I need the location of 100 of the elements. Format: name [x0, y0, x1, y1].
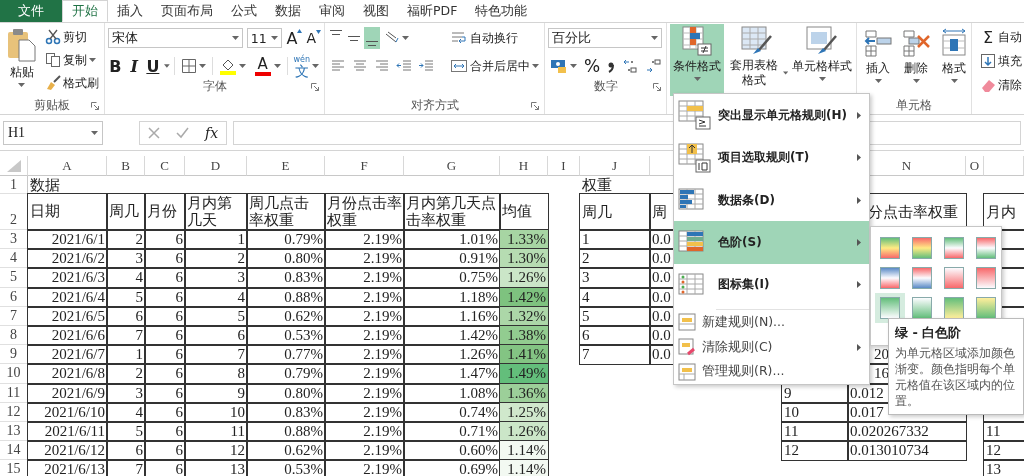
- ribbon-tab[interactable]: 视图: [354, 0, 398, 22]
- table-cell: 6: [145, 364, 185, 384]
- ribbon-tab[interactable]: 审阅: [310, 0, 354, 22]
- table-cell: 2.19%: [325, 345, 404, 365]
- ribbon-tab[interactable]: 福昕PDF: [398, 0, 467, 22]
- table-cell: 2021/6/8: [28, 364, 107, 384]
- font-size-field[interactable]: 11: [246, 28, 283, 48]
- table-cell: 0.74%: [404, 402, 500, 422]
- menu-item[interactable]: 新建规则(N)...: [674, 310, 869, 335]
- gradient-swatch-icon: [880, 297, 900, 319]
- row-number: 15: [0, 460, 28, 476]
- table-cell: 0.53%: [247, 325, 325, 346]
- dialog-launcher-icon[interactable]: [91, 102, 99, 110]
- underline-button[interactable]: U: [145, 56, 161, 76]
- table-cell: 2: [580, 249, 650, 269]
- table-cell: 2021/6/3: [28, 268, 107, 288]
- header-cell: 月份: [145, 194, 185, 230]
- caret-icon: [693, 77, 701, 81]
- cancel-icon[interactable]: [148, 126, 160, 139]
- insert-function-button[interactable]: fx: [205, 124, 219, 141]
- format-painter-button[interactable]: 格式刷: [43, 72, 101, 94]
- table-cell: 11: [185, 421, 247, 442]
- table-cell: 1.08%: [404, 383, 500, 403]
- ribbon-tab[interactable]: 页面布局: [152, 0, 222, 22]
- table-cell: 6: [145, 402, 185, 422]
- ribbon-tab[interactable]: 特色功能: [466, 0, 537, 22]
- cell-brush-icon: [806, 26, 839, 56]
- table-cell: 1.33%: [500, 230, 548, 250]
- row-number: 4: [0, 249, 28, 269]
- table-cell: 3: [580, 268, 650, 288]
- menu-item[interactable]: 数据条(D): [674, 178, 869, 222]
- caret-icon: [18, 83, 25, 87]
- number-format-field[interactable]: 百分比: [548, 28, 662, 48]
- dialog-launcher-icon[interactable]: [311, 83, 319, 91]
- vertical-align-button[interactable]: [364, 27, 380, 49]
- percent-button[interactable]: %: [582, 55, 603, 77]
- table-cell: 0.79%: [247, 230, 325, 250]
- merge-center-button[interactable]: 合并后居中: [448, 54, 541, 78]
- table-cell: 0.69%: [404, 460, 500, 476]
- menu-item[interactable]: 色阶(S): [674, 221, 869, 264]
- format-cells-button[interactable]: 格式: [936, 26, 973, 96]
- top-bottom-rules-icon: [678, 142, 712, 173]
- table-cell: 1.25%: [500, 402, 548, 422]
- clear-button[interactable]: 清除: [978, 74, 1024, 96]
- row-number: 8: [0, 325, 28, 346]
- up-arrow-icon: [297, 28, 303, 33]
- menu-item[interactable]: 突出显示单元格规则(H): [674, 94, 869, 137]
- copy-icon: [45, 52, 61, 68]
- cell-styles-button[interactable]: 单元格样式: [790, 24, 855, 94]
- color-scale-option[interactable]: [875, 293, 905, 323]
- table-cell: 2021/6/6: [28, 325, 107, 346]
- column-header[interactable]: [984, 156, 1024, 176]
- shrink-font-button[interactable]: A: [306, 30, 321, 46]
- table-cell: 7: [185, 345, 247, 365]
- ribbon-tab[interactable]: 数据: [266, 0, 310, 22]
- cut-button[interactable]: 剪切: [43, 26, 101, 48]
- font-name-field[interactable]: 宋体: [108, 28, 243, 48]
- highlight-rules-icon: [678, 100, 712, 131]
- table-cell: 0.79%: [247, 364, 325, 384]
- grow-font-button[interactable]: A: [286, 28, 303, 48]
- menu-item[interactable]: 管理规则(R)...: [674, 359, 869, 384]
- select-all-icon[interactable]: [6, 159, 21, 172]
- table-cell: 5: [580, 306, 650, 326]
- paste-button[interactable]: 粘贴: [3, 26, 40, 96]
- group-label: 数字: [593, 78, 618, 95]
- fill-button[interactable]: 填充: [978, 50, 1024, 72]
- ribbon-tab[interactable]: 插入: [108, 0, 152, 22]
- table-cell: 2021/6/11: [28, 421, 107, 442]
- bold-button[interactable]: B: [108, 56, 123, 76]
- table-cell: 2.19%: [325, 364, 404, 384]
- format-as-table-button[interactable]: 套用表格格式: [726, 24, 789, 94]
- dialog-launcher-icon[interactable]: [531, 102, 539, 110]
- font-color-button[interactable]: A: [251, 55, 283, 77]
- table-cell: 3: [107, 249, 145, 269]
- column-header: J: [580, 156, 650, 176]
- dialog-launcher-icon[interactable]: [653, 83, 662, 91]
- menu-item[interactable]: 清除规则(C): [674, 334, 869, 360]
- table-cell: 1.26%: [500, 268, 548, 288]
- outdent-icon: [396, 58, 412, 74]
- name-box[interactable]: H1: [3, 120, 103, 145]
- menu-item[interactable]: 图标集(I): [674, 263, 869, 307]
- copy-button[interactable]: 复制: [43, 49, 101, 71]
- phonetic-button[interactable]: wén 文: [291, 55, 321, 77]
- paint-bucket-icon: [218, 57, 237, 75]
- table-cell: 10: [782, 402, 848, 422]
- ribbon-tab[interactable]: 公式: [222, 0, 266, 22]
- table-cell: 1.42%: [404, 325, 500, 346]
- wrap-text-button[interactable]: 自动换行: [448, 26, 541, 50]
- table-cell: 1.16%: [404, 306, 500, 326]
- enter-icon[interactable]: [176, 126, 189, 139]
- insert-cells-button[interactable]: 插入: [860, 26, 897, 96]
- ribbon-tab[interactable]: 开始: [62, 0, 108, 22]
- autosum-button[interactable]: Σ 自动: [978, 26, 1024, 48]
- decrease-decimal-icon: [645, 58, 662, 74]
- italic-button[interactable]: I: [126, 56, 142, 76]
- conditional-formatting-button[interactable]: 条件格式: [670, 24, 725, 96]
- table-cell: 11: [782, 421, 848, 442]
- caret-icon: [273, 64, 281, 68]
- ribbon-tab[interactable]: 文件: [0, 0, 62, 22]
- delete-cells-button[interactable]: 删除: [898, 26, 935, 96]
